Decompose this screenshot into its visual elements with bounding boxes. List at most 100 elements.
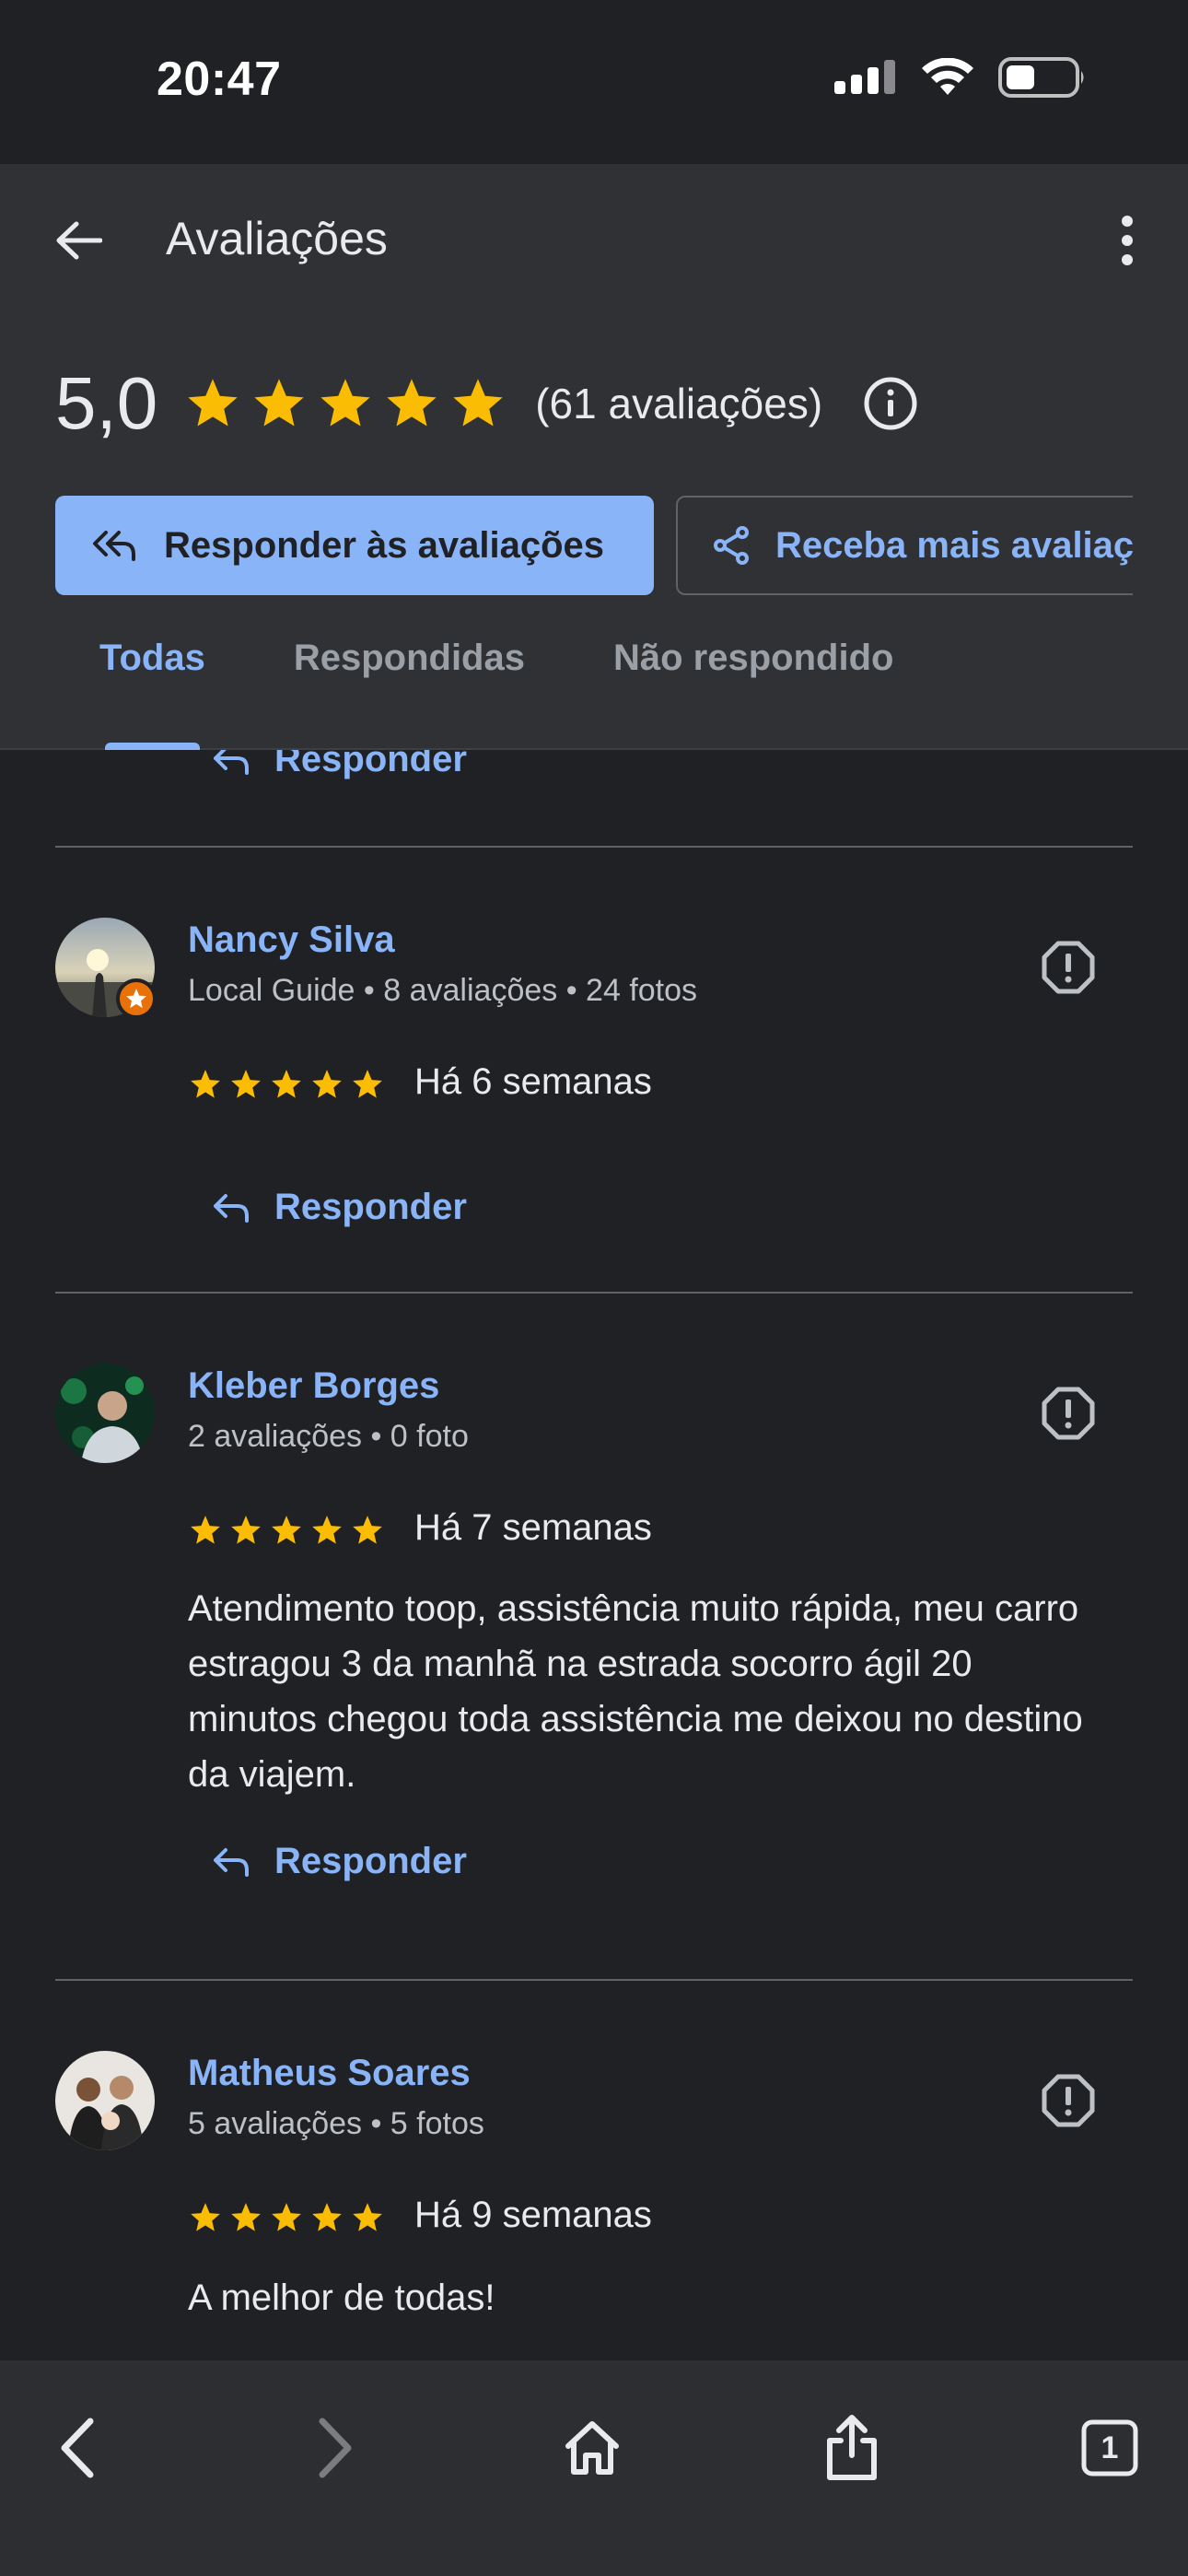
star-icon — [254, 379, 304, 427]
browser-toolbar: 1 — [0, 2360, 1188, 2576]
reply-to-reviews-label: Responder às avaliações — [164, 524, 605, 566]
share-up-icon — [827, 2415, 877, 2480]
review-date: Há 7 semanas — [414, 1507, 652, 1548]
rating-stars — [183, 374, 507, 433]
reply-label: Responder — [274, 1187, 467, 1227]
star-icon — [191, 1516, 220, 1544]
star-icon — [353, 1516, 382, 1544]
get-more-reviews-label: Receba mais avaliações — [775, 524, 1133, 566]
rating-count: (61 avaliações) — [535, 380, 823, 427]
reply-icon — [214, 750, 249, 775]
star-icon — [231, 2203, 261, 2231]
chevron-left-icon — [61, 2418, 94, 2478]
star-icon — [387, 379, 437, 427]
more-options-button[interactable] — [1100, 208, 1155, 273]
info-icon[interactable] — [863, 376, 918, 431]
reviewer-meta: 2 avaliações • 0 foto — [188, 1419, 469, 1454]
arrow-left-icon — [56, 221, 102, 260]
reply-icon — [214, 1847, 249, 1877]
review-filter-tabs: Todas Respondidas Não respondido — [55, 625, 938, 750]
local-guide-badge — [116, 978, 157, 1019]
rating-score: 5,0 — [55, 362, 158, 444]
avatar[interactable] — [55, 2051, 155, 2150]
reply-button[interactable]: Responder — [212, 1187, 467, 1228]
divider — [55, 1292, 1133, 1294]
status-time: 20:47 — [157, 53, 282, 106]
star-icon — [312, 1070, 342, 1098]
reply-button[interactable]: Responder — [212, 750, 467, 780]
review-text: Atendimento toop, assistência muito rápi… — [188, 1588, 1083, 1795]
star-icon — [191, 2203, 220, 2231]
more-vert-icon — [1122, 216, 1133, 227]
star-icon — [453, 379, 503, 427]
reviews-header: Avaliações 5,0 (61 avaliações) Responder… — [0, 164, 1188, 750]
avatar-photo — [55, 2051, 155, 2150]
star-icon — [188, 379, 238, 427]
review-stars — [188, 2200, 385, 2235]
reviewer-name[interactable]: Kleber Borges — [188, 1365, 439, 1407]
review-date: Há 9 semanas — [414, 2195, 652, 2235]
review-text: A melhor de todas! — [188, 2277, 495, 2318]
divider — [55, 1979, 1133, 1981]
tab-all[interactable]: Todas — [55, 625, 250, 750]
reply-label: Responder — [274, 750, 467, 779]
star-icon — [231, 1070, 261, 1098]
star-icon — [272, 1516, 301, 1544]
tab-all-label: Todas — [99, 638, 205, 678]
tabs-button[interactable]: 1 — [1068, 2406, 1151, 2489]
browser-forward-button[interactable] — [293, 2406, 376, 2489]
reviews-list[interactable]: Responder Nancy Silva Local Guide • 8 av… — [0, 750, 1188, 2360]
share-icon — [714, 526, 749, 565]
browser-back-button[interactable] — [37, 2406, 120, 2489]
star-icon — [353, 1070, 382, 1098]
tab-unanswered-label: Não respondido — [612, 638, 894, 678]
divider — [55, 846, 1133, 848]
more-vert-icon — [1122, 235, 1133, 246]
chevron-right-icon — [319, 2418, 352, 2478]
get-more-reviews-button[interactable]: Receba mais avaliações — [676, 496, 1133, 595]
share-button[interactable] — [810, 2406, 893, 2489]
reply-button[interactable]: Responder — [212, 1841, 467, 1882]
review-stars — [188, 1513, 385, 1548]
rating-summary: 5,0 (61 avaliações) — [55, 357, 918, 450]
reviewer-meta: 5 avaliações • 5 fotos — [188, 2106, 484, 2141]
star-icon — [353, 2203, 382, 2231]
tab-count: 1 — [1101, 2430, 1119, 2465]
more-vert-icon — [1122, 254, 1133, 265]
home-button[interactable] — [551, 2406, 634, 2489]
star-badge-icon — [126, 989, 146, 1008]
star-icon — [191, 1070, 220, 1098]
reviewer-name[interactable]: Nancy Silva — [188, 919, 395, 961]
star-icon — [231, 1516, 261, 1544]
avatar-photo — [55, 1364, 155, 1463]
home-icon — [565, 2421, 619, 2475]
status-icons — [834, 55, 1087, 100]
action-buttons: Responder às avaliações Receba mais aval… — [55, 496, 1133, 597]
page-title: Avaliações — [166, 213, 388, 264]
star-icon — [312, 1516, 342, 1544]
review-stars — [188, 1067, 385, 1102]
review-date: Há 6 semanas — [414, 1061, 652, 1102]
back-button[interactable] — [46, 208, 111, 273]
avatar[interactable] — [55, 1364, 155, 1463]
tab-answered-label: Respondidas — [293, 638, 525, 678]
reviewer-meta: Local Guide • 8 avaliações • 24 fotos — [188, 973, 698, 1008]
battery-icon — [998, 57, 1084, 98]
reply-to-reviews-button[interactable]: Responder às avaliações — [55, 496, 654, 595]
tab-answered[interactable]: Respondidas — [250, 625, 569, 750]
star-icon — [272, 1070, 301, 1098]
star-icon — [320, 379, 370, 427]
cellular-signal-icon — [834, 60, 895, 94]
reply-label: Responder — [274, 1841, 467, 1881]
star-icon — [312, 2203, 342, 2231]
wifi-icon — [922, 58, 973, 95]
reply-icon — [214, 1193, 249, 1223]
tab-unanswered[interactable]: Não respondido — [569, 625, 938, 750]
star-icon — [272, 2203, 301, 2231]
report-icon[interactable] — [1041, 940, 1096, 995]
status-bar: 20:47 — [0, 0, 1188, 164]
report-icon[interactable] — [1041, 2073, 1096, 2128]
report-icon[interactable] — [1041, 1386, 1096, 1441]
active-tab-indicator — [105, 743, 200, 750]
reviewer-name[interactable]: Matheus Soares — [188, 2053, 471, 2094]
